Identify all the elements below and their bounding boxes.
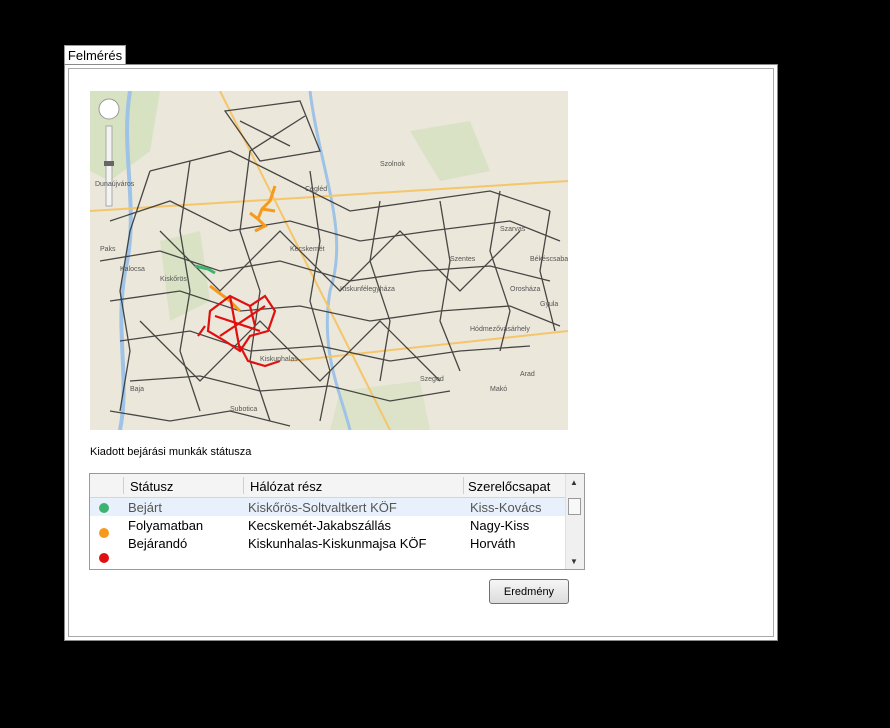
svg-text:Kalocsa: Kalocsa bbox=[120, 266, 145, 273]
map-canvas: Szolnok Cegléd Kecskemét Kiskunfélegyház… bbox=[90, 91, 568, 430]
header-status[interactable]: Státusz bbox=[130, 479, 173, 494]
svg-text:Makó: Makó bbox=[490, 386, 507, 393]
row-team: Horváth bbox=[470, 536, 516, 551]
svg-text:Subotica: Subotica bbox=[230, 406, 257, 413]
scroll-down-icon[interactable]: ▼ bbox=[570, 557, 578, 566]
scroll-thumb[interactable] bbox=[568, 498, 581, 515]
table-scrollbar[interactable]: ▲ ▼ bbox=[565, 474, 584, 569]
row-status: Bejárt bbox=[128, 500, 162, 515]
svg-text:Orosháza: Orosháza bbox=[510, 286, 540, 293]
svg-text:Kiskunhalas: Kiskunhalas bbox=[260, 356, 298, 363]
row-network: Kecskemét-Jakabszállás bbox=[248, 518, 392, 533]
svg-text:Dunaújváros: Dunaújváros bbox=[95, 181, 135, 188]
svg-text:Hódmezővásárhely: Hódmezővásárhely bbox=[470, 326, 530, 333]
svg-text:Arad: Arad bbox=[520, 371, 535, 378]
table-row[interactable]: Bejárt Kiskőrös-Soltvaltkert KÖF Kiss-Ko… bbox=[90, 498, 566, 516]
network-map[interactable]: Szolnok Cegléd Kecskemét Kiskunfélegyház… bbox=[90, 91, 568, 430]
svg-text:Szentes: Szentes bbox=[450, 256, 476, 263]
svg-text:Gyula: Gyula bbox=[540, 301, 558, 308]
result-button[interactable]: Eredmény bbox=[489, 579, 569, 604]
status-caption: Kiadott bejárási munkák státusza bbox=[90, 446, 252, 458]
scroll-up-icon[interactable]: ▲ bbox=[570, 478, 578, 487]
status-table[interactable]: Státusz Hálózat rész Szerelőcsapat Bejár… bbox=[89, 473, 585, 570]
row-status: Folyamatban bbox=[128, 518, 204, 533]
svg-text:Kiskőrös: Kiskőrös bbox=[160, 276, 187, 283]
table-row[interactable]: Bejárandó Kiskunhalas-Kiskunmajsa KÖF Ho… bbox=[90, 534, 566, 552]
status-dot-green bbox=[99, 503, 109, 513]
row-team: Kiss-Kovács bbox=[470, 500, 542, 515]
row-team: Nagy-Kiss bbox=[470, 518, 530, 533]
svg-text:Paks: Paks bbox=[100, 246, 116, 253]
table-header: Státusz Hálózat rész Szerelőcsapat bbox=[90, 474, 566, 498]
svg-text:Szolnok: Szolnok bbox=[380, 161, 405, 168]
table-row[interactable]: Folyamatban Kecskemét-Jakabszállás Nagy-… bbox=[90, 516, 566, 534]
status-dot-red bbox=[99, 553, 109, 563]
row-network: Kiskőrös-Soltvaltkert KÖF bbox=[248, 500, 397, 515]
svg-text:Kiskunfélegyháza: Kiskunfélegyháza bbox=[340, 286, 395, 293]
svg-text:Szarvas: Szarvas bbox=[500, 226, 526, 233]
svg-text:Szeged: Szeged bbox=[420, 376, 444, 383]
header-team[interactable]: Szerelőcsapat bbox=[468, 479, 550, 494]
row-network: Kiskunhalas-Kiskunmajsa KÖF bbox=[248, 536, 427, 551]
svg-text:Békéscsaba: Békéscsaba bbox=[530, 256, 568, 263]
svg-text:Cegléd: Cegléd bbox=[305, 186, 327, 193]
svg-text:Kecskemét: Kecskemét bbox=[290, 246, 325, 253]
svg-text:Baja: Baja bbox=[130, 386, 144, 393]
header-network[interactable]: Hálózat rész bbox=[250, 479, 322, 494]
row-status: Bejárandó bbox=[128, 536, 188, 551]
tab-felmeres[interactable]: Felmérés bbox=[64, 45, 126, 65]
status-dot-orange bbox=[99, 528, 109, 538]
